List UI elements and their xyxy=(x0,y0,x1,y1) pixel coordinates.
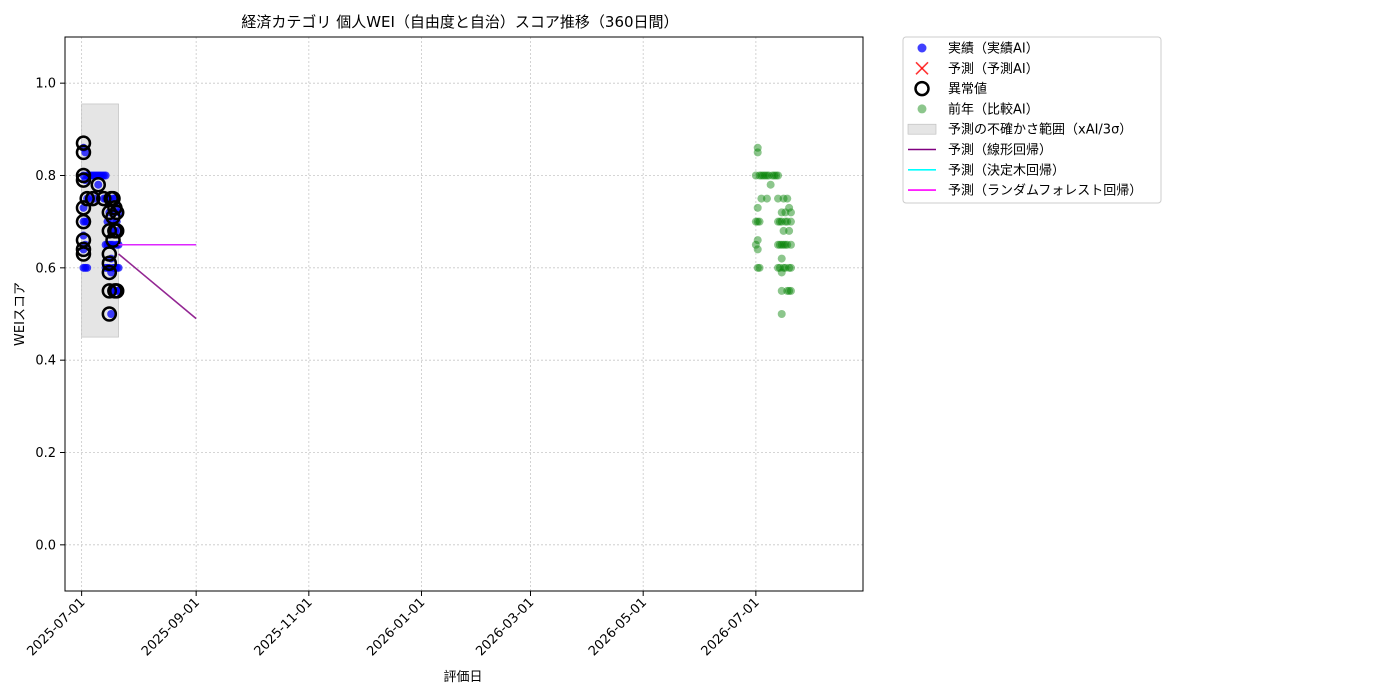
chart-title: 経済カテゴリ 個人WEI（自由度と自治）スコア推移（360日間） xyxy=(241,13,678,31)
x-tick-label: 2026-05-01 xyxy=(586,595,650,659)
previous-year-point xyxy=(753,236,762,245)
previous-year-point xyxy=(753,148,762,157)
previous-year-point xyxy=(786,208,795,217)
y-tick-label: 0.8 xyxy=(35,169,56,184)
plot-area xyxy=(65,37,863,591)
chart-figure: 2025-07-01 2025-09-01 2025-11-01 2026-01-01… xyxy=(13,13,1162,685)
legend-label: 異常値 xyxy=(948,81,987,97)
legend-label: 前年（比較AI） xyxy=(948,101,1039,117)
previous-year-point xyxy=(786,217,795,226)
previous-year-point xyxy=(753,203,762,212)
legend-marker-band xyxy=(907,123,937,135)
x-tick-label: 2026-03-01 xyxy=(473,595,537,659)
x-axis-label: 評価日 xyxy=(443,670,482,685)
previous-year-point xyxy=(786,240,795,249)
legend-label: 予測（予測AI） xyxy=(948,62,1039,77)
previous-year-point xyxy=(777,254,786,263)
y-tick-label: 0.4 xyxy=(35,354,56,369)
previous-year-point xyxy=(786,263,795,272)
previous-year-point xyxy=(755,217,764,226)
previous-year-point xyxy=(777,310,786,318)
x-tick-label: 2026-01-01 xyxy=(364,595,428,659)
y-axis-ticks: 0.0 0.2 0.4 0.6 0.8 1.0 xyxy=(35,77,65,553)
legend-label: 予測の不確かさ範囲（xAI/3σ） xyxy=(948,122,1132,138)
previous-year-point xyxy=(762,194,771,203)
legend: 実績（実績AI） 予測（予測AI） 異常値前年（比較AI） 予測の不確かさ範囲（xAI… xyxy=(902,36,1162,204)
previous-year-point xyxy=(774,171,783,180)
previous-year-point xyxy=(766,180,775,189)
previous-year-point xyxy=(755,263,764,272)
y-tick-label: 0.0 xyxy=(35,538,56,553)
actual-point xyxy=(83,263,92,272)
legend-label: 予測（ランダムフォレスト回帰） xyxy=(948,183,1142,199)
y-tick-label: 0.2 xyxy=(35,446,56,461)
legend-label: 実績（実績AI） xyxy=(948,41,1039,57)
x-axis-ticks: 2025-07-01 2025-09-01 2025-11-01 2026-01-01… xyxy=(24,591,763,659)
y-axis-label: WEIスコア xyxy=(13,282,28,346)
legend-label: 予測（線形回帰） xyxy=(948,142,1052,158)
previous-year-point xyxy=(753,245,762,254)
previous-year-point xyxy=(785,226,794,235)
actual-point xyxy=(94,180,103,189)
y-tick-label: 0.6 xyxy=(35,261,56,276)
x-tick-label: 2026-07-01 xyxy=(699,595,763,659)
previous-year-point xyxy=(786,286,795,295)
legend-marker-previous-year xyxy=(917,104,927,114)
previous-year-point xyxy=(783,194,792,203)
actual-point xyxy=(101,171,110,180)
y-tick-label: 1.0 xyxy=(35,77,56,92)
x-tick-label: 2025-11-01 xyxy=(252,595,316,659)
x-tick-label: 2025-07-01 xyxy=(24,595,88,659)
legend-marker-actual xyxy=(917,43,927,53)
legend-label: 予測（決定木回帰） xyxy=(948,162,1065,178)
x-tick-label: 2025-09-01 xyxy=(139,595,203,659)
